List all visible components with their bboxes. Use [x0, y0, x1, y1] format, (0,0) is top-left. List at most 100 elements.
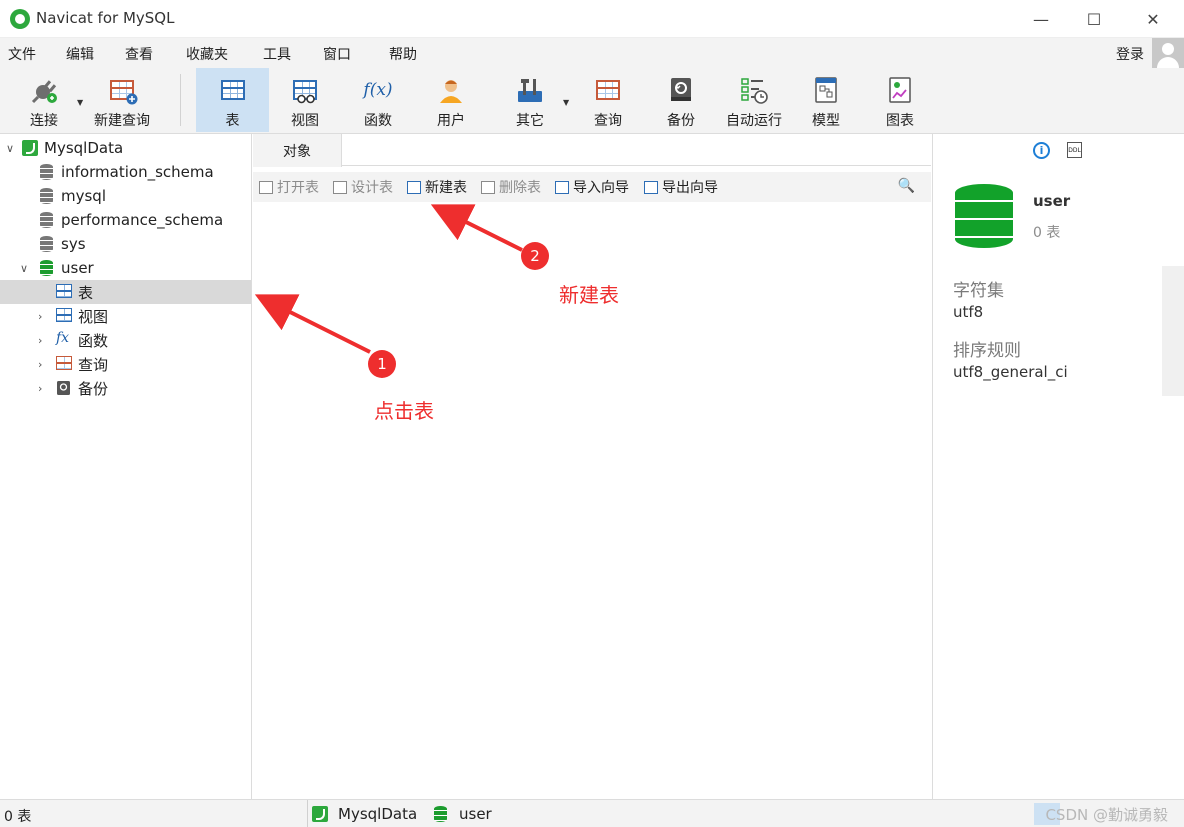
- annotation-step-2-text: 新建表: [559, 283, 619, 307]
- open-table-label: 打开表: [277, 180, 319, 196]
- tree-db-row[interactable]: information_schema: [0, 160, 251, 184]
- collation-label: 排序规则: [953, 341, 1021, 361]
- connect-label: 连接: [30, 113, 58, 129]
- database-icon: [40, 260, 53, 276]
- user-tool-button[interactable]: 用户: [416, 68, 486, 132]
- menu-window[interactable]: 窗口: [323, 44, 351, 64]
- search-icon[interactable]: 🔍: [898, 178, 915, 194]
- other-dropdown-icon[interactable]: ▼: [563, 98, 569, 107]
- delete-table-label: 删除表: [499, 180, 541, 196]
- tab-strip-empty: [342, 134, 931, 166]
- collation-value: utf8_general_ci: [953, 363, 1068, 381]
- info-icon[interactable]: i: [1033, 142, 1050, 159]
- auto-run-label: 自动运行: [726, 113, 782, 129]
- tree-db-row-user[interactable]: ∨ user: [0, 256, 251, 280]
- tree-item-label: 函数: [78, 331, 109, 350]
- import-icon: [555, 180, 569, 194]
- query-icon: [56, 356, 72, 372]
- database-label: information_schema: [61, 163, 214, 181]
- export-wizard-button[interactable]: 导出向导: [644, 177, 718, 197]
- delete-table-button[interactable]: 删除表: [481, 177, 541, 197]
- avatar[interactable]: [1152, 38, 1184, 70]
- chevron-right-icon[interactable]: ›: [38, 358, 42, 371]
- info-panel-scrollbar[interactable]: [1162, 266, 1184, 396]
- tree-item-views[interactable]: › 视图: [0, 304, 251, 328]
- table-tool-button[interactable]: 表: [196, 68, 269, 132]
- new-table-button[interactable]: 新建表: [407, 177, 467, 197]
- menu-view[interactable]: 查看: [125, 44, 153, 64]
- plug-icon: [30, 76, 58, 104]
- chart-icon: [886, 76, 914, 104]
- menu-file[interactable]: 文件: [8, 44, 36, 64]
- new-query-label: 新建查询: [94, 113, 150, 129]
- chevron-down-icon[interactable]: ∨: [20, 262, 28, 275]
- login-link[interactable]: 登录: [1116, 44, 1144, 64]
- chevron-right-icon[interactable]: ›: [38, 310, 42, 323]
- tree-item-label: 视图: [78, 307, 109, 326]
- connect-dropdown-icon[interactable]: ▼: [77, 98, 83, 107]
- tools-icon: [516, 76, 544, 104]
- chevron-right-icon[interactable]: ›: [38, 382, 42, 395]
- chart-tool-button[interactable]: 图表: [865, 68, 935, 132]
- connect-button[interactable]: 连接: [14, 68, 74, 132]
- tree-db-row[interactable]: sys: [0, 232, 251, 256]
- database-icon: [40, 236, 53, 252]
- function-icon: f(x): [363, 80, 393, 100]
- new-query-button[interactable]: 新建查询: [88, 68, 156, 132]
- minimize-button[interactable]: —: [1018, 4, 1064, 34]
- auto-run-button[interactable]: 自动运行: [720, 68, 788, 132]
- menu-favorites[interactable]: 收藏夹: [186, 44, 228, 64]
- query-icon: [594, 76, 622, 104]
- annotation-step-1-text: 点击表: [374, 399, 434, 423]
- database-icon: [40, 212, 53, 228]
- menu-help[interactable]: 帮助: [389, 44, 417, 64]
- status-database-label: user: [459, 805, 492, 823]
- watermark: CSDN @勤诚勇毅: [1045, 806, 1168, 824]
- tree-item-tables[interactable]: 表: [0, 280, 251, 304]
- new-query-icon: [108, 76, 138, 105]
- import-wizard-label: 导入向导: [573, 180, 629, 196]
- function-tool-button[interactable]: f(x) 函数: [343, 68, 413, 132]
- close-button[interactable]: ✕: [1130, 4, 1176, 34]
- tree-item-queries[interactable]: › 查询: [0, 352, 251, 376]
- new-table-icon: [407, 180, 421, 194]
- chevron-right-icon[interactable]: ›: [38, 334, 42, 347]
- open-table-button[interactable]: 打开表: [259, 177, 319, 197]
- open-table-icon: [259, 180, 273, 194]
- other-tool-button[interactable]: 其它: [495, 68, 565, 132]
- tree-db-row[interactable]: performance_schema: [0, 208, 251, 232]
- menu-tools[interactable]: 工具: [263, 44, 291, 64]
- backup-icon: [667, 76, 695, 104]
- connection-icon: [22, 140, 38, 156]
- import-wizard-button[interactable]: 导入向导: [555, 177, 629, 197]
- table-icon: [219, 76, 247, 104]
- ddl-icon[interactable]: DDL: [1067, 142, 1082, 158]
- new-table-label: 新建表: [425, 180, 467, 196]
- menu-edit[interactable]: 编辑: [66, 44, 94, 64]
- status-bar: 0 表 MysqlData user CSDN @勤诚勇毅: [0, 799, 1184, 827]
- tree-connection-row[interactable]: ∨ MysqlData: [0, 136, 251, 160]
- tree-db-row[interactable]: mysql: [0, 184, 251, 208]
- database-label: mysql: [61, 187, 106, 205]
- charset-label: 字符集: [953, 281, 1004, 301]
- query-tool-button[interactable]: 查询: [573, 68, 643, 132]
- design-table-button[interactable]: 设计表: [333, 177, 393, 197]
- status-connection: MysqlData: [312, 805, 417, 823]
- table-tool-label: 表: [225, 113, 240, 129]
- tree-item-functions[interactable]: › fx 函数: [0, 328, 251, 352]
- maximize-button[interactable]: ☐: [1071, 4, 1117, 34]
- title-bar: Navicat for MySQL — ☐ ✕: [0, 0, 1184, 38]
- view-tool-button[interactable]: 视图: [270, 68, 340, 132]
- chevron-down-icon[interactable]: ∨: [6, 142, 14, 155]
- status-connection-label: MysqlData: [338, 805, 418, 823]
- chart-tool-label: 图表: [886, 113, 914, 129]
- model-tool-button[interactable]: 模型: [791, 68, 861, 132]
- tab-objects[interactable]: 对象: [253, 134, 342, 167]
- backup-tool-button[interactable]: 备份: [646, 68, 716, 132]
- user-tool-label: 用户: [437, 113, 465, 129]
- database-large-icon: [955, 184, 1013, 248]
- database-icon: [40, 164, 53, 180]
- status-divider: [307, 800, 308, 827]
- tab-strip: 对象: [253, 134, 931, 167]
- tree-item-backups[interactable]: › 备份: [0, 376, 251, 400]
